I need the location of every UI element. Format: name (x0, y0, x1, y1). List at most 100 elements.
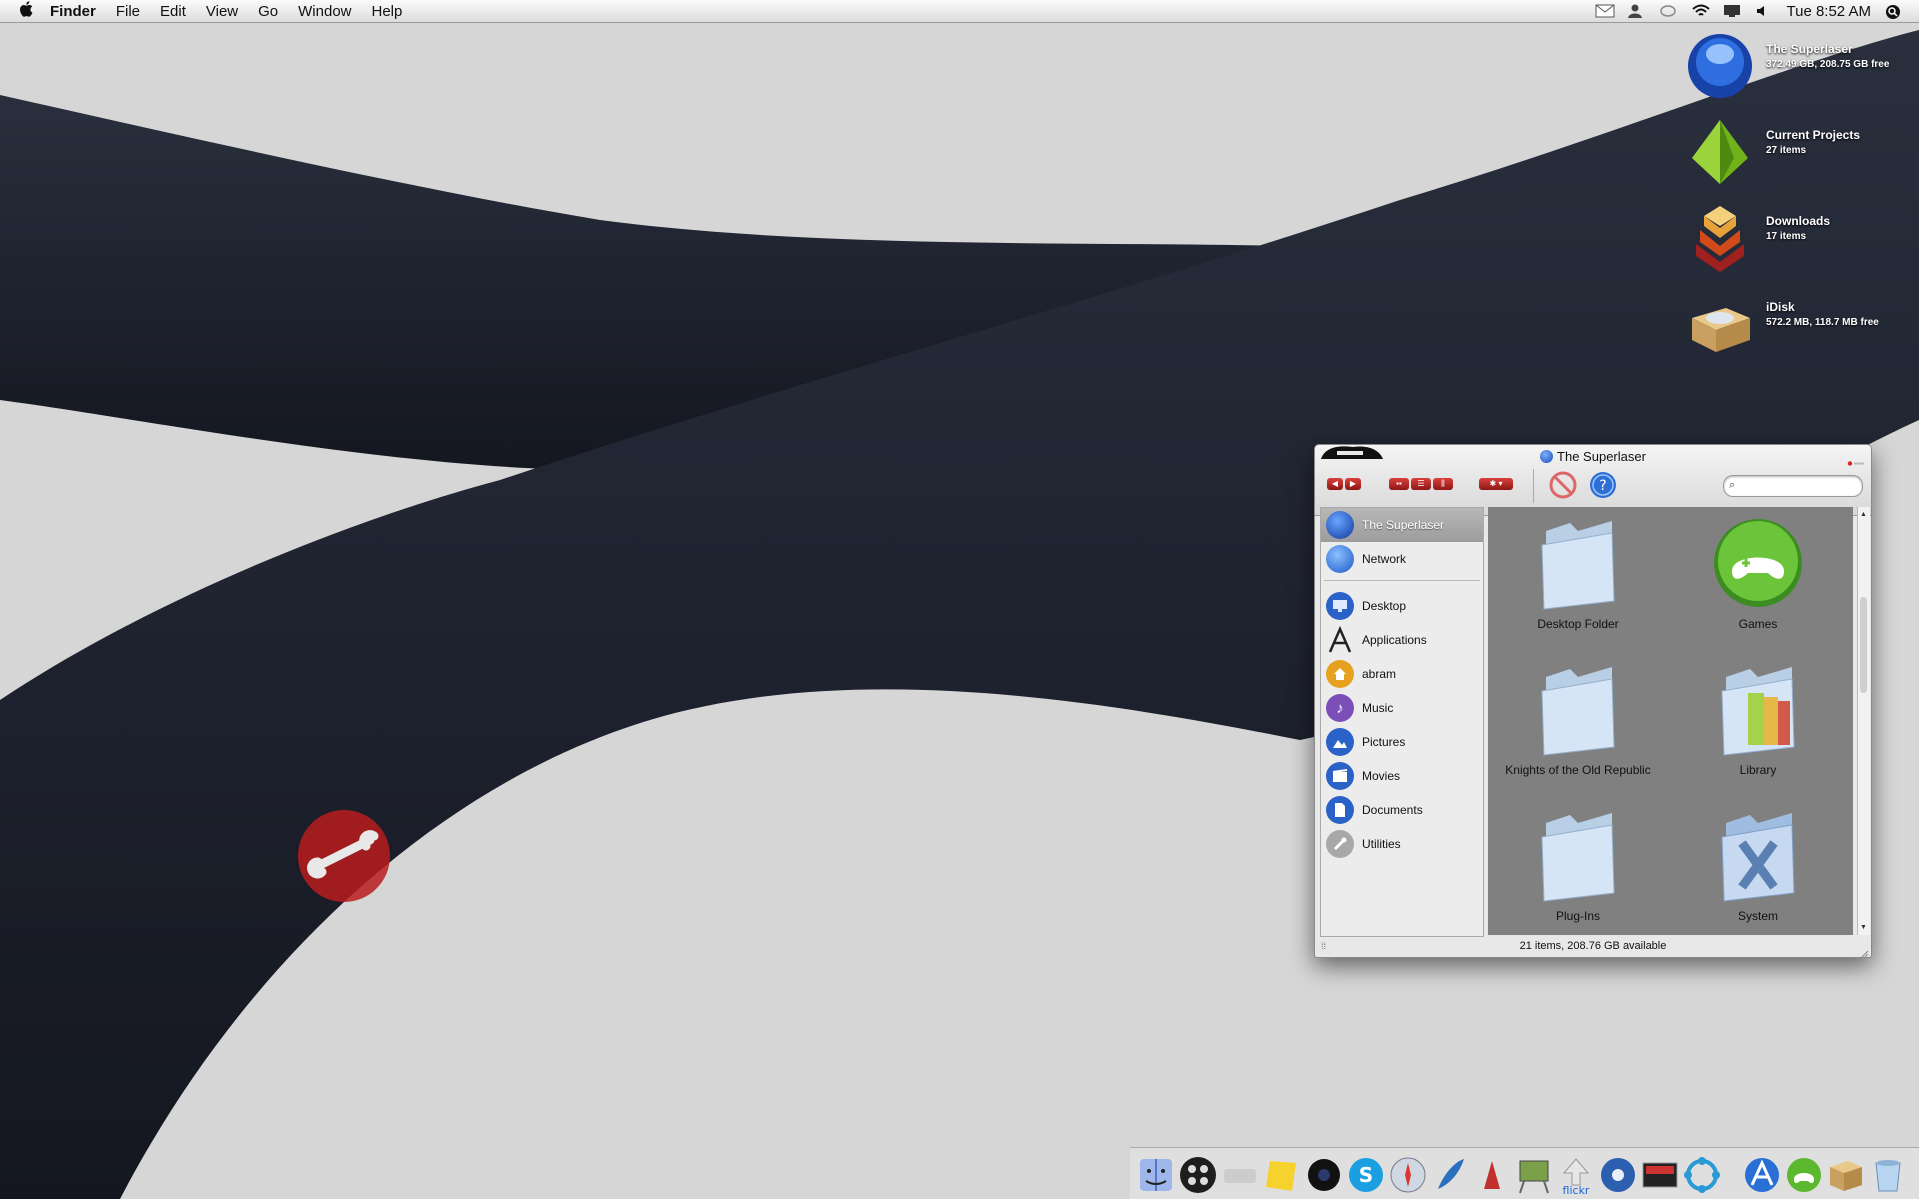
desktop-icon-current-projects[interactable]: Current Projects 27 items (1684, 116, 1914, 196)
file-item[interactable]: System (1678, 805, 1838, 945)
sidebar-item-label: Pictures (1362, 735, 1406, 749)
projects-icon (1684, 116, 1756, 188)
sidebar-item-applications[interactable]: Applications (1321, 623, 1483, 657)
vertical-scrollbar[interactable]: ▲ ▼ (1857, 507, 1870, 935)
window-resize-corner-icon[interactable] (1859, 945, 1869, 957)
status-text: 21 items, 208.76 GB available (1519, 940, 1667, 952)
desktop-icon-downloads[interactable]: Downloads 17 items (1684, 202, 1914, 282)
menu-file[interactable]: File (106, 3, 150, 20)
network-icon (1326, 545, 1354, 573)
sidebar-item-utilities[interactable]: Utilities (1321, 827, 1483, 861)
sidebar-item-abram[interactable]: abram (1321, 657, 1483, 691)
scroll-thumb[interactable] (1860, 597, 1867, 693)
volume-icon[interactable] (1755, 4, 1773, 18)
stickies-icon[interactable] (1262, 1155, 1302, 1195)
menu-go[interactable]: Go (248, 3, 288, 20)
forward-button[interactable]: ▶ (1345, 478, 1361, 490)
svg-text:?: ? (1599, 478, 1606, 494)
dock: S flickr (1130, 1147, 1919, 1199)
sidebar-item-desktop[interactable]: Desktop (1321, 589, 1483, 623)
clock[interactable]: Tue 8:52 AM (1787, 3, 1872, 20)
sidebar-item-superlaser[interactable]: The Superlaser (1321, 508, 1483, 542)
help-icon[interactable]: ? (1589, 471, 1617, 499)
sidebar-item-music[interactable]: ♪ Music (1321, 691, 1483, 725)
apple-menu-icon[interactable] (14, 1, 40, 21)
search-field[interactable]: ⌕ (1723, 475, 1863, 497)
system-folder-icon (1708, 809, 1808, 905)
music-icon: ♪ (1326, 694, 1354, 722)
file-label: Library (1739, 763, 1777, 777)
safari-icon[interactable] (1388, 1155, 1428, 1195)
toolbar-divider (1533, 469, 1534, 503)
preview-icon[interactable] (1514, 1155, 1554, 1195)
menu-app-name[interactable]: Finder (40, 3, 106, 20)
sidebar-item-label: The Superlaser (1362, 518, 1445, 532)
games-icon[interactable] (1784, 1155, 1824, 1195)
library-folder-icon (1708, 663, 1808, 759)
file-item[interactable]: Games (1678, 513, 1838, 653)
sidebar-item-documents[interactable]: Documents (1321, 793, 1483, 827)
desktop-icon-superlaser[interactable]: The Superlaser 372.49 GB, 208.75 GB free (1684, 30, 1914, 110)
folder-icon (1528, 809, 1628, 905)
menu-edit[interactable]: Edit (150, 3, 196, 20)
idisk-icon (1684, 288, 1756, 360)
scroll-down-icon[interactable]: ▼ (1860, 924, 1867, 931)
window-zoom-icon[interactable] (1847, 453, 1865, 466)
mail-icon[interactable] (1595, 4, 1614, 18)
file-item[interactable]: Library (1678, 659, 1838, 799)
user-icon[interactable] (1627, 4, 1645, 18)
menu-window[interactable]: Window (288, 3, 361, 20)
scroll-up-icon[interactable]: ▲ (1860, 511, 1867, 518)
list-view-button[interactable]: ☰ (1411, 478, 1431, 490)
wifi-icon[interactable] (1691, 4, 1710, 18)
drive-icon (1540, 450, 1554, 463)
action-menu-button[interactable]: ✱ ▾ (1479, 478, 1513, 490)
file-item[interactable]: Desktop Folder (1498, 513, 1658, 653)
games-icon (1708, 517, 1808, 613)
file-item[interactable]: Knights of the Old Republic (1498, 659, 1658, 799)
itunes-icon[interactable] (1598, 1155, 1638, 1195)
file-label: Games (1738, 617, 1778, 631)
menu-help[interactable]: Help (362, 3, 413, 20)
sidebar-separator (1324, 580, 1480, 581)
menu-view[interactable]: View (196, 3, 248, 20)
camera-icon[interactable] (1304, 1155, 1344, 1195)
desktop-icon-label: Current Projects (1766, 128, 1861, 142)
sidebar-item-pictures[interactable]: Pictures (1321, 725, 1483, 759)
desktop-icon-label: The Superlaser (1766, 42, 1853, 56)
resize-handle-icon[interactable]: ⁞⁞ (1321, 935, 1326, 957)
chat-icon[interactable] (1659, 4, 1677, 18)
file-label: Knights of the Old Republic (1505, 763, 1651, 777)
folder-icon (1528, 517, 1628, 613)
feather-icon[interactable] (1430, 1155, 1470, 1195)
ink-icon[interactable] (1472, 1155, 1512, 1195)
sidebar-item-label: Movies (1362, 769, 1401, 783)
app-store-icon[interactable] (1742, 1155, 1782, 1195)
finder-icon[interactable] (1136, 1155, 1176, 1195)
trash-icon[interactable] (1868, 1155, 1908, 1195)
sidebar-item-movies[interactable]: Movies (1321, 759, 1483, 793)
desktop-icon-idisk[interactable]: iDisk 572.2 MB, 118.7 MB free (1684, 288, 1914, 368)
package-icon[interactable] (1826, 1155, 1866, 1195)
file-item[interactable]: Plug-Ins (1498, 805, 1658, 945)
drive-icon (1326, 511, 1354, 539)
delete-icon[interactable] (1549, 471, 1577, 499)
network-icon[interactable] (1682, 1155, 1722, 1195)
spotlight-icon[interactable] (1885, 4, 1903, 19)
sidebar-item-label: Music (1362, 701, 1394, 715)
documents-icon (1326, 796, 1354, 824)
menu-extras: Tue 8:52 AM (1595, 3, 1919, 20)
column-view-button[interactable]: ⫼ (1433, 478, 1453, 490)
apple-tv-icon[interactable] (1220, 1155, 1260, 1195)
window-title-text: The Superlaser (1557, 449, 1646, 464)
terminal-icon[interactable] (1640, 1155, 1680, 1195)
desktop-icon-info: 372.49 GB, 208.75 GB free (1766, 59, 1890, 70)
sidebar-item-network[interactable]: Network (1321, 542, 1483, 576)
dashboard-icon[interactable] (1178, 1155, 1218, 1195)
skype-icon[interactable]: S (1346, 1155, 1386, 1195)
icon-view-button[interactable]: ▪▪ (1389, 478, 1409, 490)
flickr-icon[interactable]: flickr (1556, 1155, 1596, 1197)
display-icon[interactable] (1723, 4, 1741, 18)
search-input[interactable] (1744, 478, 1858, 492)
back-button[interactable]: ◀ (1327, 478, 1343, 490)
